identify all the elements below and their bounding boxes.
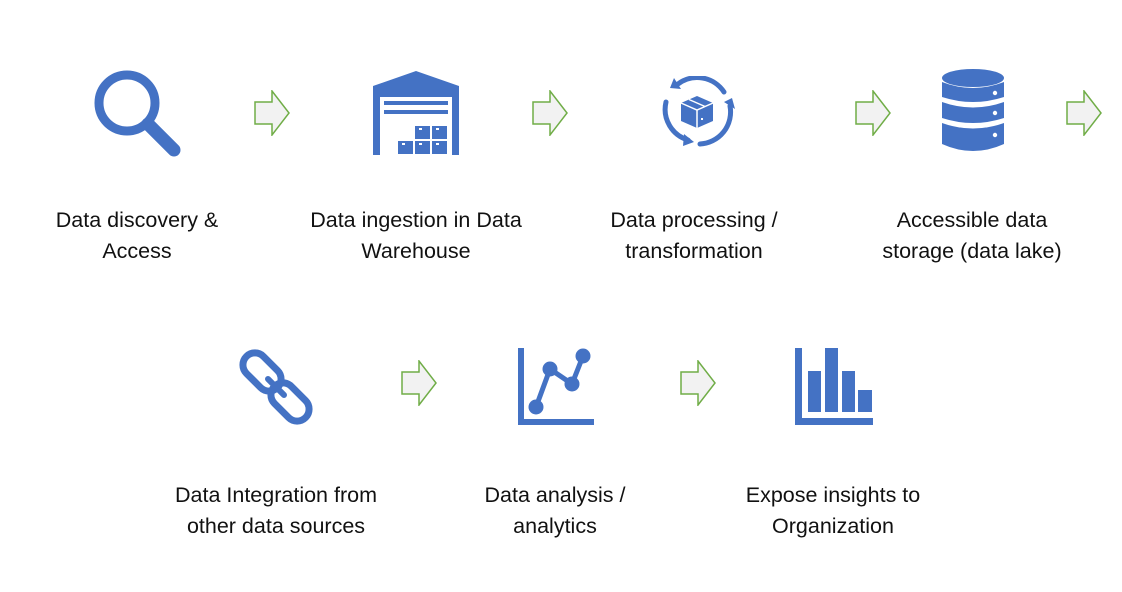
right-arrow-4 xyxy=(1066,90,1102,136)
step-label-processing: Data processing / transformation xyxy=(610,205,777,267)
step-label-integration: Data Integration from other data sources xyxy=(175,480,377,542)
magnifier-icon xyxy=(88,66,188,160)
label-line: Organization xyxy=(772,514,894,538)
line-chart-icon xyxy=(516,346,596,428)
label-line: Warehouse xyxy=(361,239,471,263)
label-line: analytics xyxy=(513,514,597,538)
label-line: Accessible data xyxy=(896,208,1048,232)
label-line: storage (data lake) xyxy=(882,239,1062,263)
database-icon xyxy=(940,68,1006,156)
right-arrow-3 xyxy=(855,90,891,136)
step-label-ingestion: Data ingestion in Data Warehouse xyxy=(310,205,522,267)
step-label-analysis: Data analysis / analytics xyxy=(484,480,625,542)
label-line: transformation xyxy=(625,239,763,263)
step-label-storage: Accessible data storage (data lake) xyxy=(882,205,1061,267)
right-arrow-5 xyxy=(401,360,437,406)
label-line: Data Integration from xyxy=(175,483,377,507)
chain-link-icon xyxy=(236,346,318,428)
label-line: Data analysis / xyxy=(484,483,626,507)
label-line: Data processing / xyxy=(610,208,778,232)
label-line: Data ingestion in Data xyxy=(310,208,522,232)
right-arrow-2 xyxy=(532,90,568,136)
warehouse-icon xyxy=(372,70,460,156)
right-arrow-1 xyxy=(254,90,290,136)
label-line: Expose insights to xyxy=(745,483,921,507)
label-line: Data discovery & xyxy=(55,208,219,232)
box-cycle-icon xyxy=(660,76,736,150)
step-label-discovery: Data discovery & Access xyxy=(56,205,219,267)
label-line: other data sources xyxy=(186,514,366,538)
bar-chart-icon xyxy=(794,346,876,428)
step-label-insights: Expose insights to Organization xyxy=(746,480,921,542)
right-arrow-6 xyxy=(680,360,716,406)
label-line: Access xyxy=(102,239,172,263)
